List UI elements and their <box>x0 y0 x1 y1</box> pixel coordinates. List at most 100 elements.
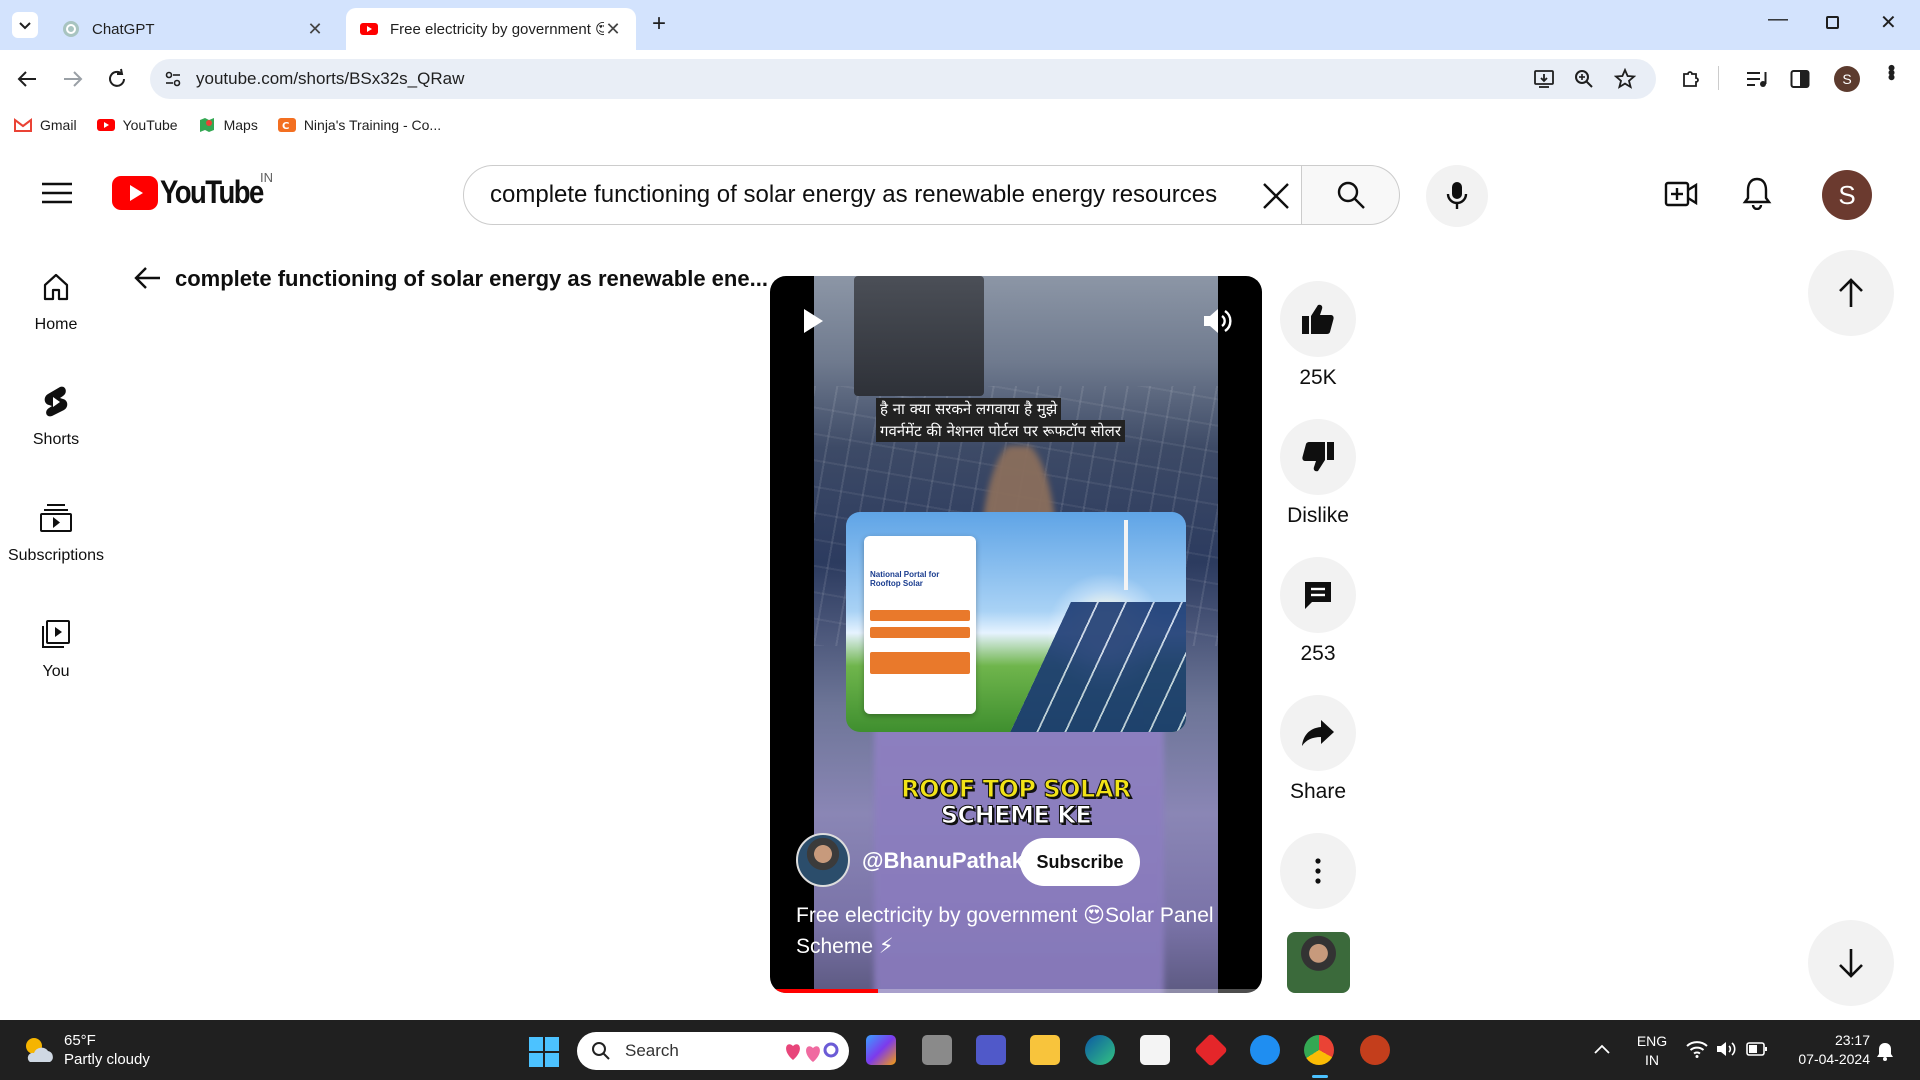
home-icon <box>39 270 73 304</box>
taskbar-search-placeholder: Search <box>625 1041 679 1060</box>
youtube-favicon-icon <box>360 23 378 35</box>
install-app-icon[interactable] <box>1534 69 1556 89</box>
shorts-player[interactable]: है ना क्या सरकने लगवाया है मुझे गवर्नमें… <box>770 276 1262 993</box>
weather-widget[interactable]: 65°F Partly cloudy <box>20 1031 150 1069</box>
powerpoint-app-icon[interactable] <box>1360 1035 1390 1065</box>
tab-chatgpt[interactable]: ChatGPT ✕ <box>48 8 338 50</box>
new-tab-button[interactable]: + <box>652 10 666 38</box>
zoom-icon[interactable] <box>1574 69 1594 89</box>
search-button[interactable] <box>1302 165 1400 225</box>
bookmark-youtube[interactable]: YouTube <box>96 117 178 133</box>
task-view-icon[interactable] <box>922 1035 952 1065</box>
close-icon[interactable]: ✕ <box>604 19 622 39</box>
youtube-logo-text: YouTube <box>160 174 264 210</box>
forward-arrow-icon[interactable] <box>62 70 84 88</box>
nav-subscriptions[interactable]: Subscriptions <box>0 501 112 565</box>
taskbar-search-box[interactable]: Search <box>577 1032 849 1070</box>
thumbs-up-icon <box>1302 304 1334 334</box>
input-language-indicator[interactable]: ENG IN <box>1632 1032 1672 1070</box>
bookmark-maps[interactable]: Maps <box>198 117 258 133</box>
clear-search-icon[interactable] <box>1262 182 1290 210</box>
hamburger-menu-icon[interactable] <box>42 182 72 204</box>
video-inset-image: National Portal for Rooftop Solar <box>846 512 1186 732</box>
notifications-bell-icon[interactable] <box>1742 176 1772 210</box>
bookmark-ninjas-training[interactable]: C Ninja's Training - Co... <box>277 117 441 133</box>
previous-short-button[interactable] <box>1808 250 1894 336</box>
next-short-button[interactable] <box>1808 920 1894 1006</box>
browser-menu-icon[interactable]: ••• <box>1879 64 1904 78</box>
tab-youtube-short[interactable]: Free electricity by government 😍 ✕ <box>346 8 636 50</box>
tab-search-button[interactable] <box>12 12 38 38</box>
subscribe-button[interactable]: Subscribe <box>1020 838 1140 886</box>
restore-button[interactable] <box>1826 16 1839 29</box>
battery-icon[interactable] <box>1746 1041 1768 1057</box>
extensions-icon[interactable] <box>1680 68 1702 90</box>
thumbs-down-icon <box>1302 442 1334 472</box>
play-icon[interactable] <box>802 308 824 334</box>
media-control-icon[interactable] <box>1746 70 1768 88</box>
weather-temperature: 65°F <box>64 1032 96 1049</box>
edge-browser-icon[interactable] <box>1085 1035 1115 1065</box>
channel-name[interactable]: @BhanuPathak <box>862 848 1024 874</box>
back-arrow-icon[interactable] <box>16 70 38 88</box>
dislike-button[interactable] <box>1280 419 1356 495</box>
address-bar[interactable]: youtube.com/shorts/BSx32s_QRaw <box>150 59 1656 99</box>
more-options-button[interactable] <box>1280 833 1356 909</box>
svg-text:C: C <box>282 121 289 132</box>
notification-bell-icon[interactable] <box>1876 1041 1894 1061</box>
volume-icon[interactable] <box>1716 1040 1738 1058</box>
nav-shorts[interactable]: Shorts <box>0 385 112 449</box>
gmail-icon <box>14 118 32 132</box>
audio-source-thumbnail[interactable] <box>1287 932 1350 993</box>
side-panel-icon[interactable] <box>1790 69 1810 89</box>
nav-you[interactable]: You <box>0 617 112 681</box>
anydesk-app-icon[interactable] <box>1194 1033 1228 1067</box>
minimize-button[interactable]: — <box>1768 8 1788 31</box>
like-button[interactable] <box>1280 281 1356 357</box>
close-icon[interactable]: ✕ <box>306 19 324 39</box>
youtube-logo[interactable]: YouTube <box>112 174 280 211</box>
bookmark-gmail[interactable]: Gmail <box>14 117 77 133</box>
back-arrow-icon[interactable] <box>134 266 162 290</box>
you-icon <box>39 617 73 651</box>
microsoft-store-icon[interactable] <box>1140 1035 1170 1065</box>
nav-home[interactable]: Home <box>0 270 112 334</box>
subscriptions-icon <box>39 501 73 535</box>
tab-title: ChatGPT <box>92 20 155 38</box>
site-info-icon[interactable] <box>164 70 182 88</box>
tab-title: Free electricity by government 😍 <box>390 21 604 38</box>
nav-label: Shorts <box>32 431 80 448</box>
account-avatar[interactable]: S <box>1822 170 1872 220</box>
file-explorer-icon[interactable] <box>1030 1035 1060 1065</box>
share-label: Share <box>1289 780 1347 803</box>
search-input[interactable]: complete functioning of solar energy as … <box>463 165 1302 225</box>
inset-phone-screenshot: National Portal for Rooftop Solar <box>864 536 976 714</box>
chevron-up-icon[interactable] <box>1594 1044 1610 1054</box>
volume-icon[interactable] <box>1202 306 1234 336</box>
video-frame[interactable]: है ना क्या सरकने लगवाया है मुझे गवर्नमें… <box>814 276 1218 993</box>
channel-avatar[interactable] <box>796 833 850 887</box>
help-app-icon[interactable] <box>1250 1035 1280 1065</box>
teams-app-icon[interactable] <box>976 1035 1006 1065</box>
video-title[interactable]: Free electricity by government 😍Solar Pa… <box>796 900 1246 962</box>
region-code: IN <box>260 170 273 185</box>
video-title-line-1: Free electricity by government 😍Solar Pa… <box>796 904 1214 927</box>
chrome-app-icon[interactable] <box>1304 1035 1334 1065</box>
video-progress-bar[interactable] <box>770 989 1262 993</box>
search-icon <box>592 1042 610 1060</box>
voice-search-button[interactable] <box>1426 165 1488 227</box>
copilot-app-icon[interactable] <box>866 1035 896 1065</box>
bookmark-star-icon[interactable] <box>1614 68 1636 90</box>
comments-button[interactable] <box>1280 557 1356 633</box>
system-clock[interactable]: 23:17 07-04-2024 <box>1780 1031 1870 1069</box>
create-video-icon[interactable] <box>1664 180 1698 208</box>
share-button[interactable] <box>1280 695 1356 771</box>
youtube-icon <box>96 119 115 131</box>
reload-icon[interactable] <box>106 68 128 90</box>
wifi-icon[interactable] <box>1686 1040 1708 1058</box>
bookmark-label: Gmail <box>40 117 77 133</box>
window-close-button[interactable]: ✕ <box>1880 10 1897 35</box>
profile-avatar[interactable]: S <box>1834 66 1860 92</box>
windows-start-icon[interactable] <box>528 1036 560 1068</box>
inset-steps-banner <box>870 652 970 674</box>
